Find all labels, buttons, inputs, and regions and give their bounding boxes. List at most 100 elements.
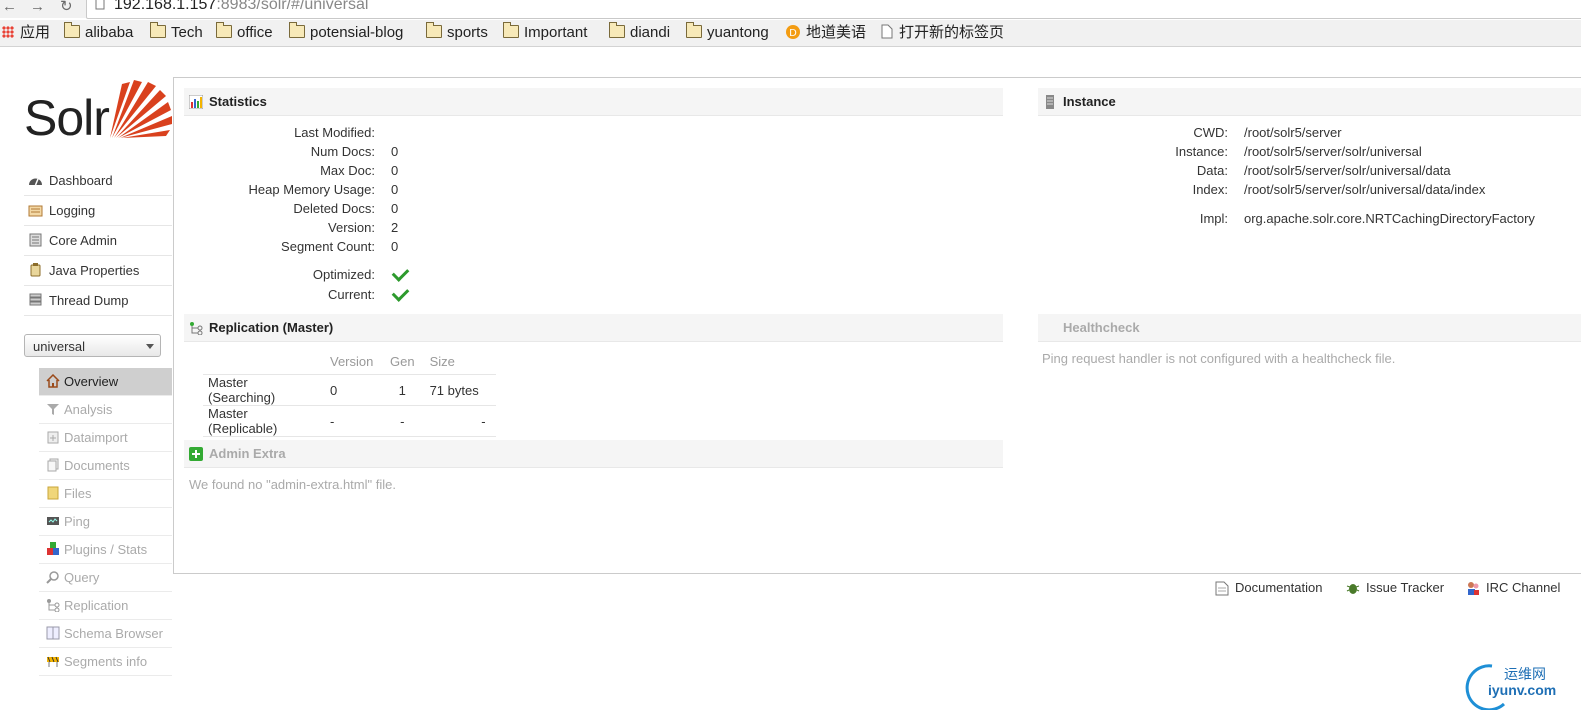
chevron-down-icon	[146, 344, 154, 349]
bookmark-tech[interactable]: Tech	[149, 22, 203, 42]
core-nav: Overview Analysis Dataimport Documents F…	[39, 368, 172, 676]
instance-value: /root/solr5/server/solr/universal	[1244, 144, 1422, 159]
reload-icon[interactable]: ↻	[60, 0, 73, 14]
core-nav-documents[interactable]: Documents	[39, 452, 172, 480]
files-icon	[47, 486, 59, 500]
plus-icon	[189, 447, 203, 461]
folder-icon	[149, 22, 166, 38]
core-nav-ping[interactable]: Ping	[39, 508, 172, 536]
main-nav: Dashboard Logging Core Admin Java Proper…	[24, 166, 172, 316]
bookmark-apps[interactable]: 应用	[2, 24, 50, 42]
folder-icon	[288, 22, 305, 38]
dataimport-icon	[47, 431, 59, 444]
page-icon	[881, 24, 893, 39]
folder-icon	[63, 22, 80, 38]
site-icon: D	[786, 25, 800, 39]
bookmark-yuantong[interactable]: yuantong	[685, 22, 769, 42]
apps-icon	[2, 26, 14, 38]
documentation-link[interactable]: Documentation	[1215, 580, 1322, 596]
bookmark-new-tab[interactable]: 打开新的标签页	[881, 24, 1004, 42]
nav-logging[interactable]: Logging	[24, 196, 172, 226]
instance-value: /root/solr5/server/solr/universal/data/i…	[1244, 182, 1486, 197]
logo-text: Solr	[24, 90, 110, 146]
stat-value: 0	[391, 144, 399, 159]
query-icon	[46, 571, 59, 584]
address-bar-area: ← → ↻ 192.168.1.157:8983/solr/#/universa…	[0, 0, 1581, 19]
stat-value: 0	[391, 163, 399, 178]
documentation-icon	[1215, 581, 1229, 596]
table-header-row: Version Gen Size	[203, 348, 496, 375]
page-icon	[95, 0, 105, 10]
stat-value: 2	[391, 220, 399, 235]
home-icon	[46, 374, 60, 388]
admin-extra-message: We found no "admin-extra.html" file.	[189, 477, 396, 492]
core-nav-schema-browser[interactable]: Schema Browser	[39, 620, 172, 648]
bookmarks-bar: 应用 alibaba Tech office potensial-blog sp…	[0, 20, 1581, 47]
instance-value: /root/solr5/server	[1244, 125, 1342, 140]
replication-icon	[47, 599, 60, 612]
irc-channel-link[interactable]: IRC Channel	[1466, 580, 1560, 595]
replication-icon	[190, 322, 203, 335]
server-icon	[1046, 95, 1054, 109]
table-row: Master (Searching) 0 1 71 bytes	[203, 374, 496, 406]
bookmark-office[interactable]: office	[215, 22, 273, 42]
bookmark-alibaba[interactable]: alibaba	[63, 22, 133, 42]
url-text[interactable]: 192.168.1.157:8983/solr/#/universal	[114, 0, 368, 14]
folder-icon	[215, 22, 232, 38]
watermark: 运维网 iyunv.com	[1464, 660, 1574, 712]
svg-text:D: D	[789, 28, 797, 39]
bookmark-didao[interactable]: D 地道美语	[785, 24, 866, 42]
ping-icon	[47, 517, 59, 525]
core-nav-files[interactable]: Files	[39, 480, 172, 508]
plugins-icon	[47, 542, 59, 555]
bar-chart-icon	[189, 95, 203, 109]
documents-icon	[47, 458, 59, 472]
nav-dashboard[interactable]: Dashboard	[24, 166, 172, 196]
issue-tracker-link[interactable]: Issue Tracker	[1346, 580, 1444, 595]
folder-icon	[425, 22, 442, 38]
core-nav-analysis[interactable]: Analysis	[39, 396, 172, 424]
nav-core-admin[interactable]: Core Admin	[24, 226, 172, 256]
bookmark-potensial-blog[interactable]: potensial-blog	[288, 22, 403, 42]
core-admin-icon	[29, 233, 42, 247]
folder-icon	[685, 22, 702, 38]
solr-logo[interactable]: Solr	[24, 76, 172, 146]
irc-icon	[1468, 582, 1479, 595]
instance-value: /root/solr5/server/solr/universal/data	[1244, 163, 1451, 178]
folder-icon	[502, 22, 519, 38]
segments-icon	[47, 656, 59, 667]
core-nav-replication[interactable]: Replication	[39, 592, 172, 620]
core-nav-overview[interactable]: Overview	[39, 368, 172, 396]
schema-icon	[46, 626, 60, 640]
bug-icon	[1346, 584, 1360, 594]
core-selector[interactable]: universal	[24, 334, 161, 357]
admin-extra-header[interactable]: Admin Extra	[184, 440, 1003, 468]
instance-header: Instance	[1038, 88, 1581, 116]
core-nav-plugins-stats[interactable]: Plugins / Stats	[39, 536, 172, 564]
instance-value: org.apache.solr.core.NRTCachingDirectory…	[1244, 211, 1535, 226]
healthcheck-header: Healthcheck	[1038, 314, 1581, 342]
funnel-icon	[47, 404, 59, 415]
stat-value: 0	[391, 182, 399, 197]
core-nav-dataimport[interactable]: Dataimport	[39, 424, 172, 452]
nav-thread-dump[interactable]: Thread Dump	[24, 286, 172, 316]
logging-icon	[28, 205, 43, 217]
replication-header: Replication (Master)	[184, 314, 1003, 342]
bookmark-diandi[interactable]: diandi	[608, 22, 670, 42]
thread-dump-icon	[29, 293, 42, 306]
dashboard-icon	[29, 178, 42, 186]
table-row: Master (Replicable) - - -	[203, 405, 496, 437]
folder-icon	[608, 22, 625, 38]
core-nav-query[interactable]: Query	[39, 564, 172, 592]
stat-value: 0	[391, 239, 399, 254]
bookmark-important[interactable]: Important	[502, 22, 587, 42]
replication-table: Version Gen Size Master (Searching) 0 1 …	[203, 348, 496, 437]
core-nav-segments-info[interactable]: Segments info	[39, 648, 172, 676]
back-icon[interactable]: ←	[2, 0, 17, 14]
nav-java-properties[interactable]: Java Properties	[24, 256, 172, 286]
statistics-header: Statistics	[184, 88, 1003, 116]
solr-sun-icon	[110, 80, 172, 138]
healthcheck-message: Ping request handler is not configured w…	[1042, 351, 1396, 366]
bookmark-sports[interactable]: sports	[425, 22, 488, 42]
forward-icon[interactable]: →	[30, 0, 45, 14]
